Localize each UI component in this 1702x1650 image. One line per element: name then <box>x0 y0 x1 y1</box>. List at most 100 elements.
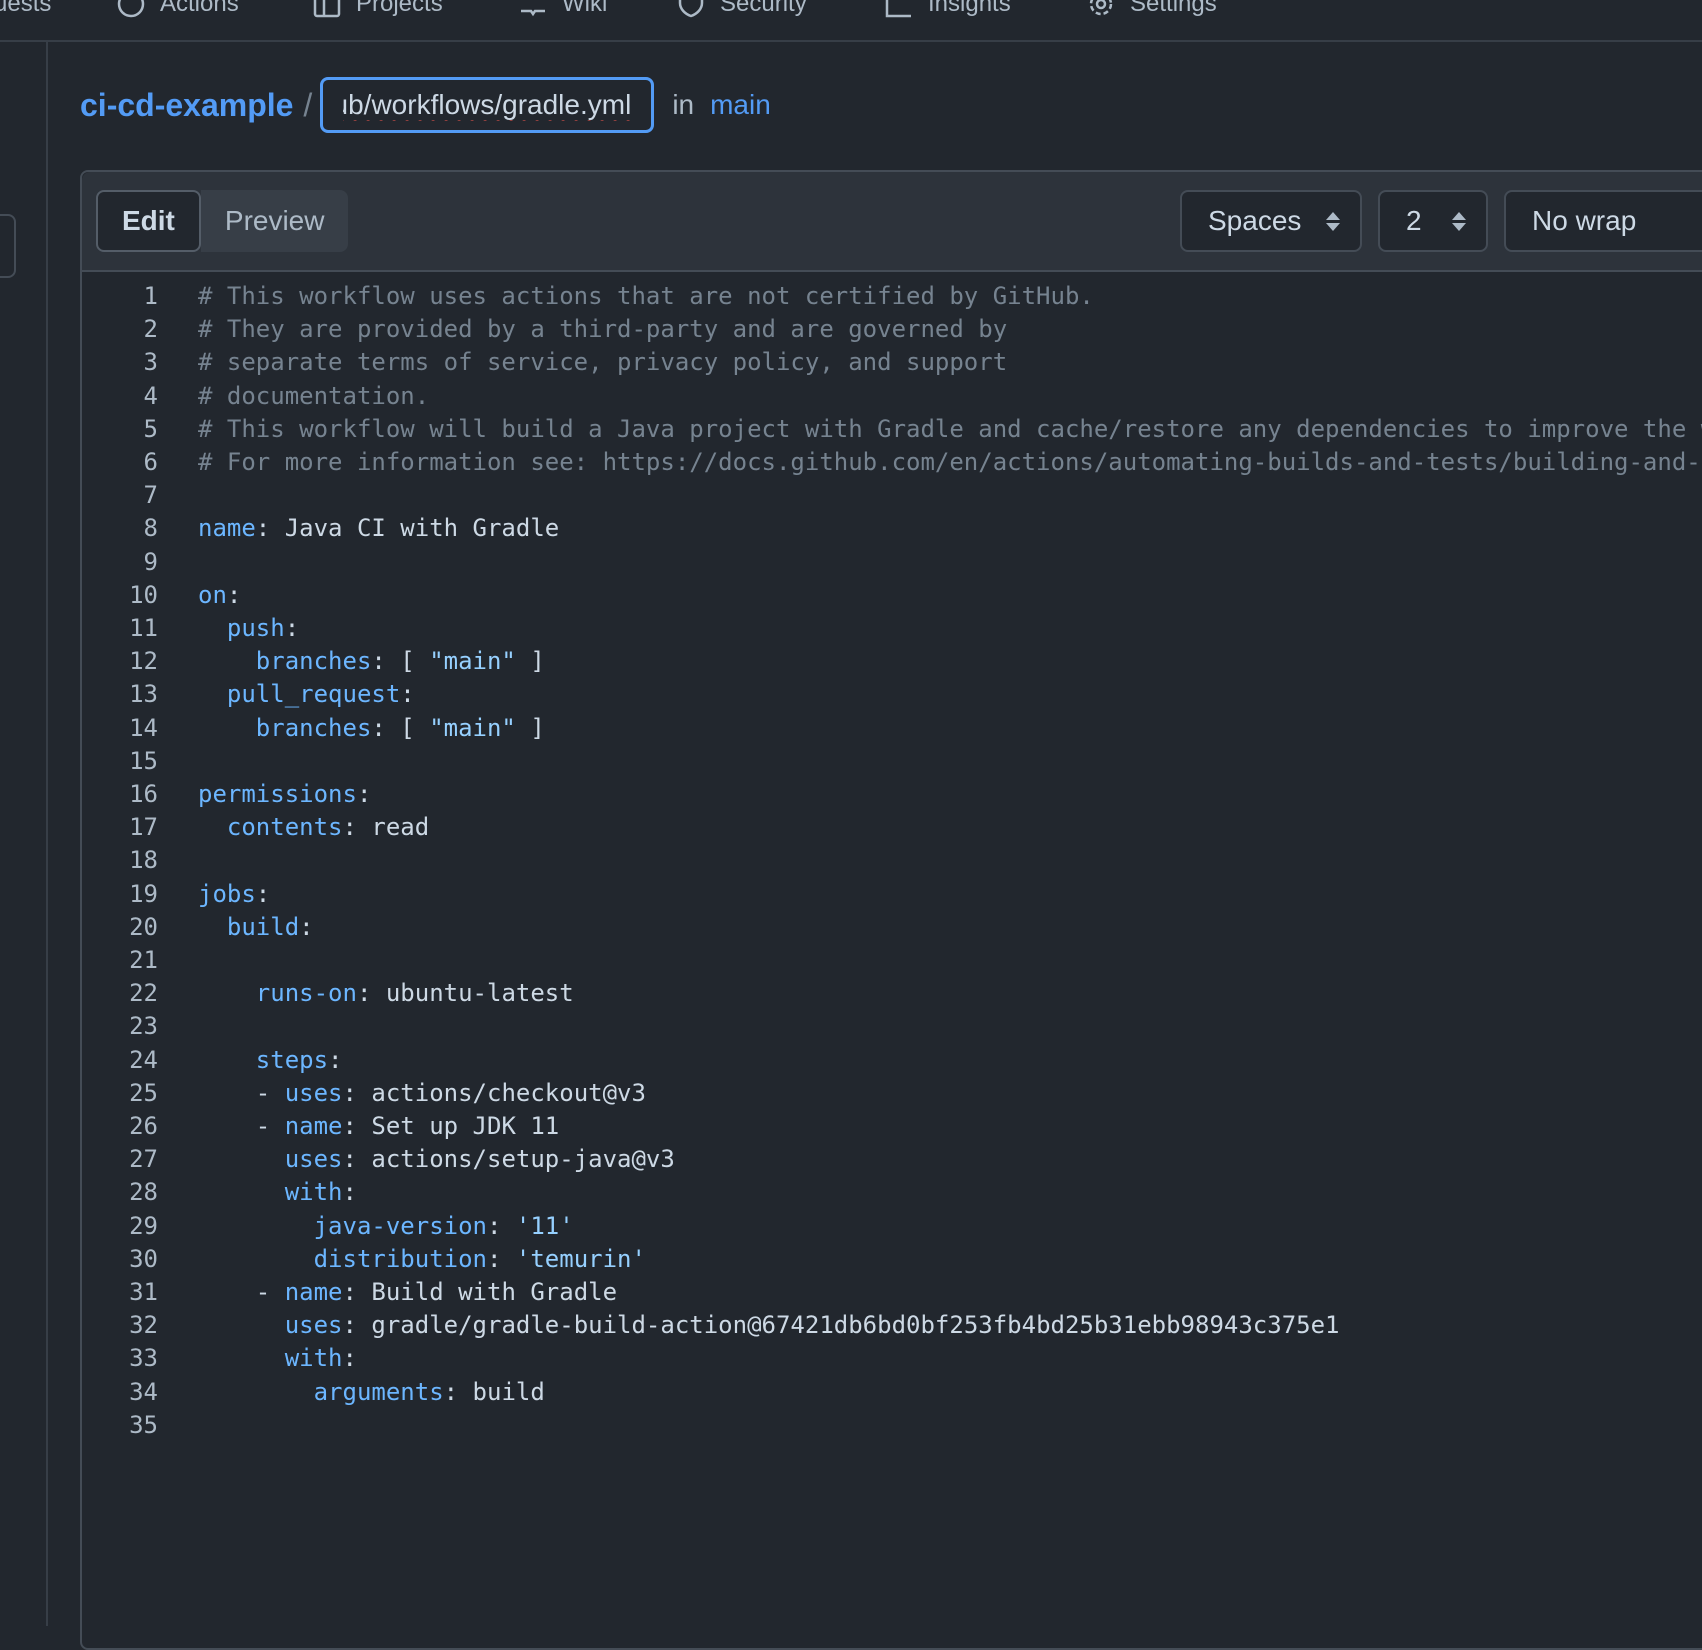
code-token: ] <box>515 647 545 676</box>
yaml-key: with <box>284 1178 343 1207</box>
line-number: 30 <box>129 1244 158 1273</box>
code-token: : Build with Gradle <box>342 1278 618 1306</box>
line-text: - name: Set up JDK 11 <box>198 1108 559 1144</box>
gear-icon <box>1086 0 1116 19</box>
branch-link[interactable]: main <box>710 89 771 121</box>
code-token: : [ <box>371 713 430 742</box>
line-number: 6 <box>143 448 158 476</box>
tab-pull-requests[interactable]: uests <box>0 0 51 24</box>
select-caret-icon <box>1452 211 1466 231</box>
string-literal: 'temurin' <box>515 1244 646 1273</box>
code-line[interactable]: 11 push: <box>82 610 1702 646</box>
indent-mode-select[interactable]: Spaces <box>1180 190 1362 252</box>
code-line[interactable]: 1 # This workflow uses actions that are n… <box>82 278 1702 314</box>
yaml-key: distribution <box>313 1244 487 1273</box>
line-number: 8 <box>143 514 158 543</box>
code-line[interactable]: 21 <box>82 942 1702 978</box>
code-line[interactable]: 19 jobs: <box>82 876 1702 912</box>
file-tree-panel-edge[interactable] <box>0 214 16 278</box>
code-line[interactable]: 9 <box>82 544 1702 580</box>
code-line[interactable]: 32 uses: gradle/gradle-build-action@6742… <box>82 1307 1702 1343</box>
yaml-key: name <box>198 514 256 543</box>
code-line[interactable]: 4 # documentation. <box>82 378 1702 414</box>
line-number: 1 <box>143 282 158 310</box>
line-number: 24 <box>129 1045 158 1074</box>
code-line[interactable]: 20 build: <box>82 909 1702 945</box>
code-line[interactable]: 8 name: Java CI with Gradle <box>82 510 1702 546</box>
code-line[interactable]: 16 permissions: <box>82 776 1702 812</box>
line-text: # documentation. <box>198 378 429 414</box>
code-line[interactable]: 30 distribution: 'temurin' <box>82 1241 1702 1277</box>
line-number: 21 <box>129 946 158 974</box>
line-number: 10 <box>129 580 158 609</box>
line-number: 4 <box>143 381 158 410</box>
code-line[interactable]: 24 steps: <box>82 1042 1702 1078</box>
indent-size-select[interactable]: 2 <box>1378 190 1488 252</box>
code-line[interactable]: 33 with: <box>82 1340 1702 1376</box>
tab-insights[interactable]: Insights <box>884 0 1011 24</box>
code-line[interactable]: 28 with: <box>82 1174 1702 1210</box>
filename-input[interactable] <box>320 77 655 133</box>
line-text: jobs: <box>198 876 270 912</box>
code-line[interactable]: 7 <box>82 477 1702 513</box>
code-token: : [ <box>371 647 430 676</box>
file-tree-sidebar <box>0 42 48 1626</box>
code-token: : read <box>342 813 430 842</box>
tab-label: Settings <box>1130 0 1217 17</box>
code-line[interactable]: 18 <box>82 842 1702 878</box>
line-text: push: <box>198 610 299 646</box>
line-text: # They are provided by a third-party and… <box>198 311 1007 347</box>
tab-projects[interactable]: Projects <box>312 0 443 24</box>
code-line[interactable]: 6 # For more information see: https://doc… <box>82 444 1702 480</box>
code-line[interactable]: 13 pull_request: <box>82 676 1702 712</box>
indent-size-value: 2 <box>1406 205 1422 236</box>
tab-actions[interactable]: Actions <box>116 0 239 24</box>
yaml-key: name <box>284 1278 343 1306</box>
code-line[interactable]: 34 arguments: build <box>82 1374 1702 1410</box>
repo-link[interactable]: ci-cd-example <box>80 87 293 124</box>
yaml-key: with <box>284 1344 343 1373</box>
code-line[interactable]: 12 branches: [ "main" ] <box>82 643 1702 679</box>
code-line[interactable]: 15 <box>82 743 1702 779</box>
code-area[interactable]: 1 # This workflow uses actions that are n… <box>82 272 1702 1648</box>
code-token: ] <box>515 713 545 742</box>
wrap-mode-select[interactable]: No wrap <box>1504 190 1702 252</box>
tab-settings[interactable]: Settings <box>1086 0 1217 24</box>
line-number: 20 <box>129 912 158 941</box>
line-text: java-version: '11' <box>198 1208 574 1244</box>
code-line[interactable]: 35 <box>82 1407 1702 1443</box>
code-line[interactable]: 22 runs-on: ubuntu-latest <box>82 975 1702 1011</box>
code-line[interactable]: 26 - name: Set up JDK 11 <box>82 1108 1702 1144</box>
code-line[interactable]: 3 # separate terms of service, privacy po… <box>82 344 1702 380</box>
yaml-key: permissions <box>198 780 357 808</box>
code-line[interactable]: 23 <box>82 1008 1702 1044</box>
code-line[interactable]: 29 java-version: '11' <box>82 1208 1702 1244</box>
code-line[interactable]: 25 - uses: actions/checkout@v3 <box>82 1075 1702 1111</box>
code-line[interactable]: 14 branches: [ "main" ] <box>82 710 1702 746</box>
line-text: # This workflow will build a Java projec… <box>198 411 1702 447</box>
line-number: 34 <box>129 1377 158 1406</box>
tab-preview[interactable]: Preview <box>200 190 349 252</box>
code-line[interactable]: 31 - name: Build with Gradle <box>82 1274 1702 1310</box>
code-line[interactable]: 5 # This workflow will build a Java proje… <box>82 411 1702 447</box>
line-number: 27 <box>129 1145 158 1174</box>
line-number: 22 <box>129 979 158 1008</box>
code-line[interactable]: 27 uses: actions/setup-java@v3 <box>82 1141 1702 1177</box>
code-line[interactable]: 2 # They are provided by a third-party an… <box>82 311 1702 347</box>
yaml-key: uses <box>284 1078 343 1107</box>
line-number: 2 <box>143 315 158 344</box>
code-line[interactable]: 10 on: <box>82 577 1702 613</box>
code-line[interactable]: 17 contents: read <box>82 809 1702 845</box>
tab-security[interactable]: Security <box>676 0 807 24</box>
tab-wiki[interactable]: Wiki <box>518 0 607 24</box>
code-token: : <box>342 1178 357 1207</box>
tab-edit[interactable]: Edit <box>96 190 201 252</box>
comment-text: # documentation. <box>198 381 430 410</box>
line-text: pull_request: <box>198 676 415 712</box>
line-number: 32 <box>129 1311 158 1340</box>
yaml-key: push <box>226 614 285 642</box>
